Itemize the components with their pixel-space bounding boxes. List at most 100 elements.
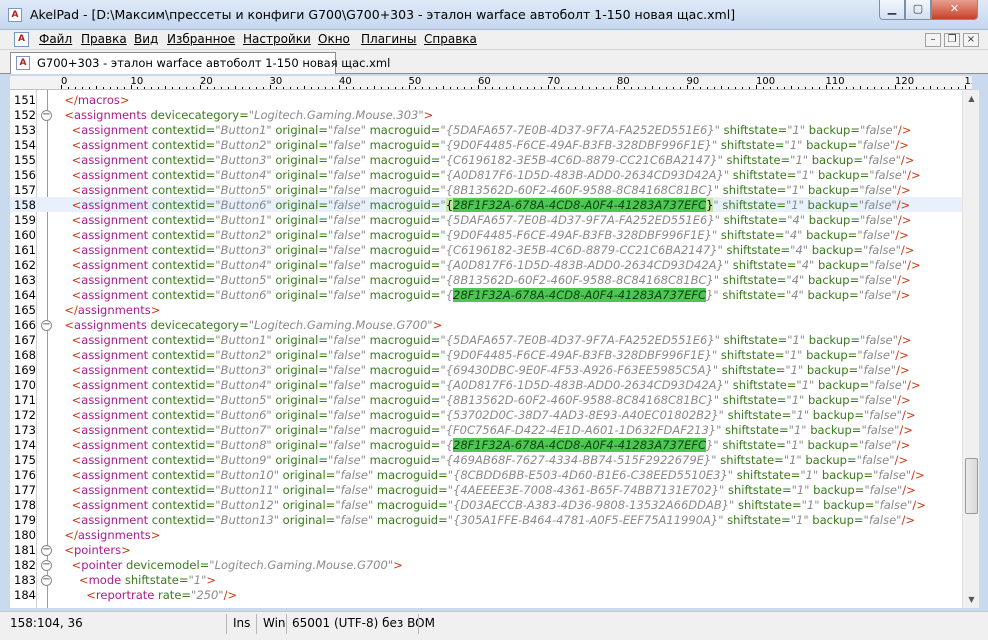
code-line[interactable]: 182− <pointer devicemodel="Logitech.Gami… — [10, 557, 962, 572]
scroll-down-arrow-icon[interactable]: ▼ — [963, 591, 980, 608]
xml-equals: = — [318, 453, 328, 467]
ruler-tick — [665, 87, 667, 89]
line-number: 172 — [14, 408, 36, 422]
code-line[interactable]: 157 <assignment contextid="Button5" orig… — [10, 182, 962, 197]
xml-value: }" — [706, 288, 719, 302]
akelpad-app-icon[interactable]: A — [8, 8, 22, 22]
xml-equals: = — [430, 438, 441, 452]
xml-value: "1" — [791, 408, 810, 422]
xml-attribute: macroguid — [365, 213, 431, 227]
code-text: <assignment contextid="Button3" original… — [57, 243, 915, 257]
menu-window[interactable]: Окно — [318, 32, 350, 46]
mdi-minimize-button[interactable]: – — [925, 33, 941, 47]
code-line[interactable]: 164 <assignment contextid="Button6" orig… — [10, 287, 962, 302]
menu-settings[interactable]: Настройки — [243, 32, 311, 46]
xml-value: "{8B13562D-60F2-460F-9588-8C84168C81BC}" — [440, 273, 720, 287]
code-line[interactable]: 154 <assignment contextid="Button2" orig… — [10, 137, 962, 152]
window-title-bar[interactable]: A AkelPad - [D:\Максим\прессеты и конфиг… — [0, 0, 988, 30]
xml-equals: = — [777, 213, 788, 227]
menu-edit[interactable]: Правка — [81, 32, 127, 46]
fold-toggle-icon[interactable]: − — [41, 545, 52, 556]
scroll-up-arrow-icon[interactable]: ▲ — [963, 90, 980, 107]
code-line[interactable]: 166− <assignments devicecategory="Logite… — [10, 317, 962, 332]
code-line[interactable]: 183− <mode shiftstate="1"> — [10, 572, 962, 587]
code-line[interactable]: 152− <assignments devicecategory="Logite… — [10, 107, 962, 122]
code-line[interactable]: 180 </assignments> — [10, 527, 962, 542]
xml-value: "false" — [873, 468, 912, 482]
xml-equals: = — [849, 198, 859, 212]
xml-bracket: /> — [900, 243, 915, 257]
code-line[interactable]: 181− <pointers> — [10, 542, 962, 557]
ruler-tick — [81, 87, 83, 89]
document-system-menu-icon[interactable]: A — [14, 32, 29, 47]
insert-mode[interactable]: Ins — [233, 616, 250, 630]
xml-bracket: < — [71, 273, 82, 287]
code-editor[interactable]: 151 </macros> 152− <assignments devicecat… — [10, 90, 962, 608]
ruler-label: 70 — [547, 76, 561, 87]
xml-attribute: macroguid — [365, 378, 431, 392]
code-line[interactable]: 173 <assignment contextid="Button7" orig… — [10, 422, 962, 437]
code-line[interactable]: 156 <assignment contextid="Button4" orig… — [10, 167, 962, 182]
ruler-tick — [867, 87, 869, 89]
encoding[interactable]: 65001 (UTF-8) без BOM — [292, 616, 435, 630]
line-number: 182 — [14, 558, 36, 572]
code-line[interactable]: 163 <assignment contextid="Button5" orig… — [10, 272, 962, 287]
code-line[interactable]: 174 <assignment contextid="Button8" orig… — [10, 437, 962, 452]
fold-toggle-icon[interactable]: − — [41, 560, 52, 571]
code-line[interactable]: 172 <assignment contextid="Button6" orig… — [10, 407, 962, 422]
code-line[interactable]: 159 <assignment contextid="Button1" orig… — [10, 212, 962, 227]
xml-value: "{A0D817F6-1D5D-483B-ADD0-2634CD93D42A}" — [440, 168, 730, 182]
mdi-restore-button[interactable]: ❐ — [944, 33, 960, 47]
xml-attribute: macroguid — [365, 438, 431, 452]
code-line[interactable]: 175 <assignment contextid="Button9" orig… — [10, 452, 962, 467]
line-number: 178 — [14, 498, 36, 512]
code-line[interactable]: 177 <assignment contextid="Button11" ori… — [10, 482, 962, 497]
code-line[interactable]: 160 <assignment contextid="Button2" orig… — [10, 227, 962, 242]
code-line[interactable]: 169 <assignment contextid="Button3" orig… — [10, 362, 962, 377]
ruler-tick — [651, 86, 653, 89]
minimize-button[interactable]: ▁ — [879, 0, 905, 20]
code-line[interactable]: 170 <assignment contextid="Button4" orig… — [10, 377, 962, 392]
code-line[interactable]: 168 <assignment contextid="Button2" orig… — [10, 347, 962, 362]
xml-equals: = — [181, 588, 192, 602]
code-line[interactable]: 167 <assignment contextid="Button1" orig… — [10, 332, 962, 347]
code-text: <assignment contextid="Button5" original… — [57, 393, 911, 407]
fold-toggle-icon[interactable]: − — [41, 110, 52, 121]
xml-equals: = — [786, 258, 797, 272]
menu-plugins[interactable]: Плагины — [361, 32, 416, 46]
xml-attribute: backup — [801, 453, 847, 467]
code-line[interactable]: 165 </assignments> — [10, 302, 962, 317]
newline-format[interactable]: Win — [263, 616, 286, 630]
menu-view[interactable]: Вид — [134, 32, 158, 46]
fold-toggle-icon[interactable]: − — [41, 575, 52, 586]
code-line[interactable]: 179 <assignment contextid="Button13" ori… — [10, 512, 962, 527]
scrollbar-thumb[interactable] — [965, 458, 978, 514]
xml-attribute: contextid — [148, 348, 206, 362]
xml-equals: = — [776, 183, 787, 197]
code-line[interactable]: 162 <assignment contextid="Button4" orig… — [10, 257, 962, 272]
menu-help[interactable]: Справка — [424, 32, 477, 46]
ruler-tick — [818, 87, 820, 89]
fold-toggle-icon[interactable]: − — [41, 320, 52, 331]
code-line[interactable]: 151 </macros> — [10, 92, 962, 107]
menu-favorites[interactable]: Избранное — [167, 32, 235, 46]
code-line[interactable]: 158 <assignment contextid="Button6" orig… — [10, 197, 962, 212]
code-line[interactable]: 178 <assignment contextid="Button12" ori… — [10, 497, 962, 512]
vertical-scrollbar[interactable]: ▲ ▼ — [962, 90, 979, 608]
xml-attribute: backup — [802, 348, 848, 362]
code-line[interactable]: 184 <reportrate rate="250"/> — [10, 587, 962, 602]
xml-tag-name: assignment — [81, 123, 149, 137]
xml-value: "false" — [859, 333, 898, 347]
code-line[interactable]: 155 <assignment contextid="Button3" orig… — [10, 152, 962, 167]
maximize-button[interactable]: ▢ — [905, 0, 931, 20]
code-line[interactable]: 161 <assignment contextid="Button3" orig… — [10, 242, 962, 257]
close-button[interactable]: ✕ — [931, 0, 978, 20]
document-tab[interactable]: A G700+303 - эталон warface автоболт 1-1… — [10, 52, 390, 74]
menu-file[interactable]: Файл — [39, 32, 72, 46]
code-line[interactable]: 176 <assignment contextid="Button10" ori… — [10, 467, 962, 482]
mdi-close-button[interactable]: × — [963, 33, 979, 47]
code-line[interactable]: 171 <assignment contextid="Button5" orig… — [10, 392, 962, 407]
code-line[interactable]: 153 <assignment contextid="Button1" orig… — [10, 122, 962, 137]
ruler-tick — [735, 87, 737, 89]
